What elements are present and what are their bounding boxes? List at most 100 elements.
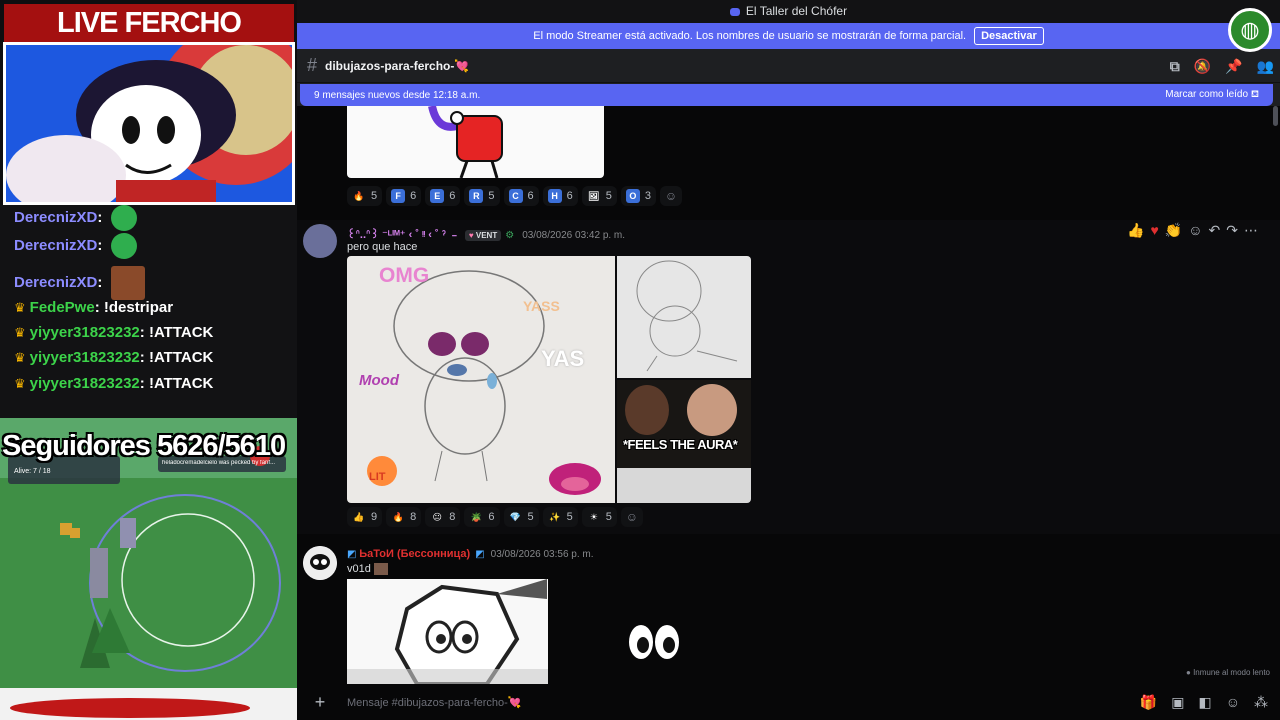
reaction-emoji-icon: 💎 (509, 512, 522, 522)
channel-name: dibujazos-para-fercho-💘 (325, 58, 470, 73)
new-messages-text: 9 mensajes nuevos desde 12:18 a.m. (314, 89, 481, 101)
reaction-pill[interactable]: 😐 8 (425, 507, 461, 527)
reaction-pill[interactable]: 🪴 6 (464, 507, 500, 527)
chat-message: !ATTACK (148, 324, 214, 341)
more-options-icon[interactable]: ⋯ (1244, 222, 1258, 239)
chat-username: yiyyer31823232 (29, 324, 140, 341)
pin-icon[interactable]: 📌 (1225, 58, 1242, 75)
reaction-emoji-icon: 🪴 (470, 512, 482, 522)
flag-icon: ◩ (347, 549, 357, 560)
reaction-pill[interactable]: C6 (503, 186, 539, 206)
gif-icon[interactable]: ▣ (1171, 694, 1184, 711)
reaction-emoji-icon: 🖼 (588, 191, 600, 201)
message: 🔥 5 F 6 E 6 R 5 C 6 H 6 🖼 5 O 3 ☺ (297, 106, 1280, 220)
webcam-avatar-image (3, 42, 295, 205)
mute-bell-icon[interactable]: 🔕 (1194, 58, 1211, 75)
emoji-icon[interactable]: ☺ (1226, 694, 1240, 711)
new-messages-bar[interactable]: 9 mensajes nuevos desde 12:18 a.m. Marca… (300, 84, 1273, 106)
author-name[interactable]: ЬаТоИ (Бессонница) (359, 548, 470, 560)
reaction-emoji-icon: ☀ (589, 512, 598, 522)
eyes-emoji (627, 622, 681, 667)
reaction-pill[interactable]: E6 (425, 186, 461, 206)
message-composer[interactable]: + Mensaje #dibujazos-para-fercho-💘 🎁 ▣ ◧… (297, 684, 1280, 720)
sketch-image[interactable] (617, 256, 751, 378)
reaction-emoji-icon: 🔥 (392, 512, 404, 522)
reaction-pill[interactable]: H6 (542, 186, 578, 206)
deactivate-streamer-button[interactable]: Desactivar (974, 27, 1044, 45)
add-reaction-button[interactable]: ☺ (660, 186, 682, 206)
drawing-image[interactable]: OMG Mood YASS YAS LIT (347, 256, 615, 503)
message[interactable]: ◩ ЬаТоИ (Бессонница) ◩ 03/08/2026 03:56 p.… (297, 542, 1280, 684)
thumbs-up-icon[interactable]: 👍 (1127, 222, 1144, 239)
scrollbar[interactable] (1273, 106, 1278, 126)
gift-icon[interactable]: 🎁 (1140, 694, 1157, 711)
crown-icon: ♛ (14, 325, 26, 340)
discord-icon (729, 7, 740, 16)
message-input[interactable]: Mensaje #dibujazos-para-fercho-💘 (347, 696, 522, 709)
game-capture: Alive: 7 / 18 heladocremadelcielo was pe… (0, 418, 297, 720)
chat-username: DerecnizXD (14, 208, 98, 226)
reaction-count: 5 (605, 511, 612, 523)
aura-caption: *FEELS THE AURA* (623, 437, 738, 452)
reaction-pill[interactable]: 🔥 8 (386, 507, 422, 527)
message-header: ꒰ᐢ..ᐢ꒱ ⁻ᴸᴵᴹ⁺ ‹ ˚ ᵎᵎ ‹ ˚ ˀ ﹣ ♥ VENT ⚙ 03/08/… (347, 226, 625, 242)
reaction-pill[interactable]: F6 (386, 186, 422, 206)
threads-icon[interactable]: ⧉ (1170, 58, 1180, 75)
message-image[interactable] (347, 106, 604, 178)
message[interactable]: ꒰ᐢ..ᐢ꒱ ⁻ᴸᴵᴹ⁺ ‹ ˚ ᵎᵎ ‹ ˚ ˀ ﹣ ♥ VENT ⚙ 03/08/… (297, 220, 1280, 534)
yass-sticker: YASS (523, 298, 560, 314)
reaction-count: 6 (527, 190, 534, 202)
stream-title: LIVE FERCHO REACTION (4, 4, 294, 77)
reaction-emoji-icon: O (625, 189, 640, 203)
reaction-emoji-icon: E (430, 189, 445, 203)
drawing-image[interactable] (347, 579, 548, 684)
add-reaction-button[interactable]: ☺ (620, 507, 643, 527)
chat-username: DerecnizXD (14, 236, 98, 254)
reaction-pill[interactable]: 🔥 5 (347, 186, 383, 206)
face-photo-emote (110, 266, 145, 300)
reaction-pill[interactable]: 👍 9 (347, 507, 383, 527)
composer-toolbar: 🎁 ▣ ◧ ☺ ⁂ (1140, 694, 1268, 711)
reaction-pill[interactable]: 🖼 5 (581, 186, 617, 206)
user-avatar[interactable] (303, 546, 337, 580)
reaction-pill[interactable]: 💎 5 (503, 507, 539, 527)
reaction-emoji-icon: H (547, 189, 562, 203)
reaction-count: 5 (566, 511, 573, 523)
shield-icon: ● (1185, 668, 1191, 677)
forward-icon[interactable]: ↷ (1226, 222, 1238, 239)
crown-icon: ♛ (14, 376, 26, 391)
reaction-count: 8 (410, 511, 417, 523)
author-name[interactable]: ꒰ᐢ..ᐢ꒱ ⁻ᴸᴵᴹ⁺ ‹ ˚ ᵎᵎ ‹ ˚ ˀ ﹣ (347, 229, 460, 241)
slow-mode-text: Inmune al modo lento (1193, 668, 1270, 677)
discord-window: El Taller del Chófer El modo Streamer es… (297, 0, 1280, 720)
reaction-emoji-icon: 🔥 (353, 191, 365, 201)
chat-line: DerecnizXD: (14, 233, 137, 259)
heart-icon[interactable]: ♥ (1150, 222, 1158, 239)
chat-username: yiyyer31823232 (29, 349, 140, 366)
add-attachment-icon[interactable]: + (305, 692, 335, 713)
reaction-pill[interactable]: O3 (620, 186, 656, 206)
add-reaction-icon[interactable]: ☺ (1188, 222, 1202, 239)
chat-line: ♛ yiyyer31823232: !ATTACK (14, 349, 214, 366)
reaction-pill[interactable]: ☀ 5 (581, 507, 617, 527)
reaction-gif[interactable]: *FEELS THE AURA* (617, 380, 751, 503)
reaction-pill[interactable]: ✨ 5 (542, 507, 578, 527)
mark-as-read-label: Marcar como leído (1165, 88, 1249, 100)
reaction-count: 6 (449, 190, 456, 202)
channel-logo: ◍ (1228, 8, 1272, 52)
chat-message: !ATTACK (148, 349, 214, 366)
reply-icon[interactable]: ↶ (1209, 222, 1221, 239)
yas-sticker: YAS (541, 346, 585, 371)
mark-as-read-button[interactable]: Marcar como leído ⛾ (1165, 89, 1259, 102)
game-alive-counter: Alive: 7 / 18 (14, 468, 51, 475)
heart-eyes-emote (110, 205, 137, 231)
channel-header: # dibujazos-para-fercho-💘 ⧉ 🔕 📌 👥 (297, 49, 1280, 83)
reaction-pill[interactable]: R5 (464, 186, 500, 206)
members-icon[interactable]: 👥 (1257, 58, 1274, 75)
user-avatar[interactable] (303, 224, 337, 258)
chat-line: DerecnizXD: (14, 266, 145, 300)
reaction-emoji-icon: 😐 (432, 512, 442, 522)
apps-icon[interactable]: ⁂ (1254, 694, 1268, 711)
clap-icon[interactable]: 👏 (1165, 222, 1182, 239)
sticker-icon[interactable]: ◧ (1198, 694, 1211, 711)
